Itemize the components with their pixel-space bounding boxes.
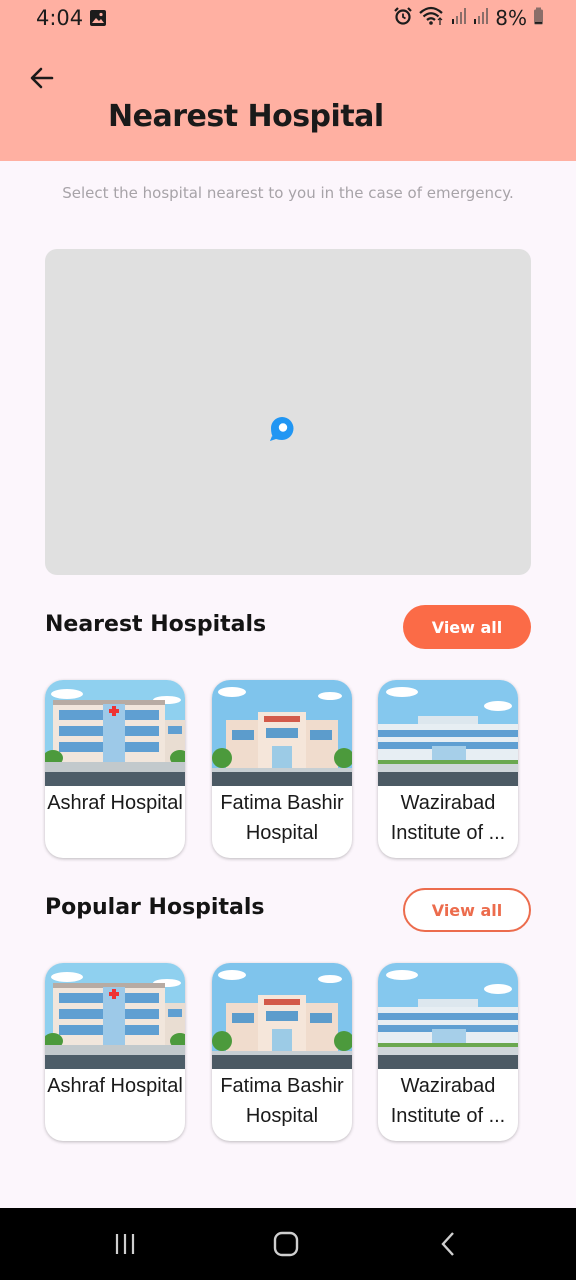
popular-hospitals-list: Ashraf Hospital Fatima Bashir Hospital W… bbox=[45, 963, 531, 1141]
hospital-card[interactable]: Fatima Bashir Hospital bbox=[212, 680, 352, 858]
page-subtitle: Select the hospital nearest to you in th… bbox=[62, 184, 514, 202]
recents-button[interactable] bbox=[105, 1228, 145, 1260]
home-button[interactable] bbox=[266, 1228, 306, 1260]
hospital-image bbox=[378, 963, 518, 1069]
hospital-image bbox=[212, 963, 352, 1069]
hospital-card[interactable]: Wazirabad Institute of ... bbox=[378, 963, 518, 1141]
hospital-card[interactable]: Wazirabad Institute of ... bbox=[378, 680, 518, 858]
back-button[interactable] bbox=[24, 60, 60, 96]
hospital-image bbox=[45, 680, 185, 786]
status-time: 4:04 bbox=[36, 6, 84, 30]
system-back-button[interactable] bbox=[428, 1228, 468, 1260]
status-icons: 8% bbox=[393, 5, 544, 31]
signal-icon bbox=[473, 7, 489, 30]
nearest-hospitals-list: Ashraf Hospital Fatima Bashir Hospital W… bbox=[45, 680, 531, 858]
nearest-view-all-button[interactable]: View all bbox=[403, 605, 531, 649]
recents-icon bbox=[115, 1234, 135, 1254]
back-icon bbox=[441, 1232, 454, 1256]
home-icon bbox=[273, 1231, 299, 1257]
page-title: Nearest Hospital bbox=[108, 99, 384, 134]
hospital-image bbox=[212, 680, 352, 786]
hospital-card[interactable]: Ashraf Hospital bbox=[45, 963, 185, 1141]
app-header: 4:04 8% Nearest Hospital bbox=[0, 0, 576, 161]
hospital-image bbox=[45, 963, 185, 1069]
location-pin-icon[interactable] bbox=[269, 416, 295, 447]
map-view[interactable] bbox=[45, 249, 531, 575]
popular-section-title: Popular Hospitals bbox=[45, 895, 265, 920]
popular-view-all-button[interactable]: View all bbox=[403, 888, 531, 932]
alarm-icon bbox=[393, 6, 413, 31]
signal-icon bbox=[451, 7, 467, 30]
hospital-card[interactable]: Ashraf Hospital bbox=[45, 680, 185, 858]
system-nav-bar bbox=[0, 1208, 576, 1280]
arrow-left-icon bbox=[30, 67, 54, 89]
gallery-icon bbox=[89, 9, 107, 32]
hospital-image bbox=[378, 680, 518, 786]
hospital-name: Fatima Bashir Hospital bbox=[220, 1075, 344, 1127]
nearest-section-title: Nearest Hospitals bbox=[45, 612, 267, 637]
status-bar: 4:04 8% bbox=[0, 0, 576, 38]
hospital-name: Ashraf Hospital bbox=[47, 1075, 183, 1097]
battery-percent: 8% bbox=[495, 6, 527, 30]
hospital-card[interactable]: Fatima Bashir Hospital bbox=[212, 963, 352, 1141]
wifi-icon bbox=[419, 6, 445, 31]
hospital-name: Wazirabad Institute of ... bbox=[390, 1075, 506, 1127]
hospital-name: Ashraf Hospital bbox=[47, 792, 183, 814]
hospital-name: Wazirabad Institute of ... bbox=[390, 792, 506, 844]
battery-icon bbox=[533, 7, 544, 30]
hospital-name: Fatima Bashir Hospital bbox=[220, 792, 344, 844]
